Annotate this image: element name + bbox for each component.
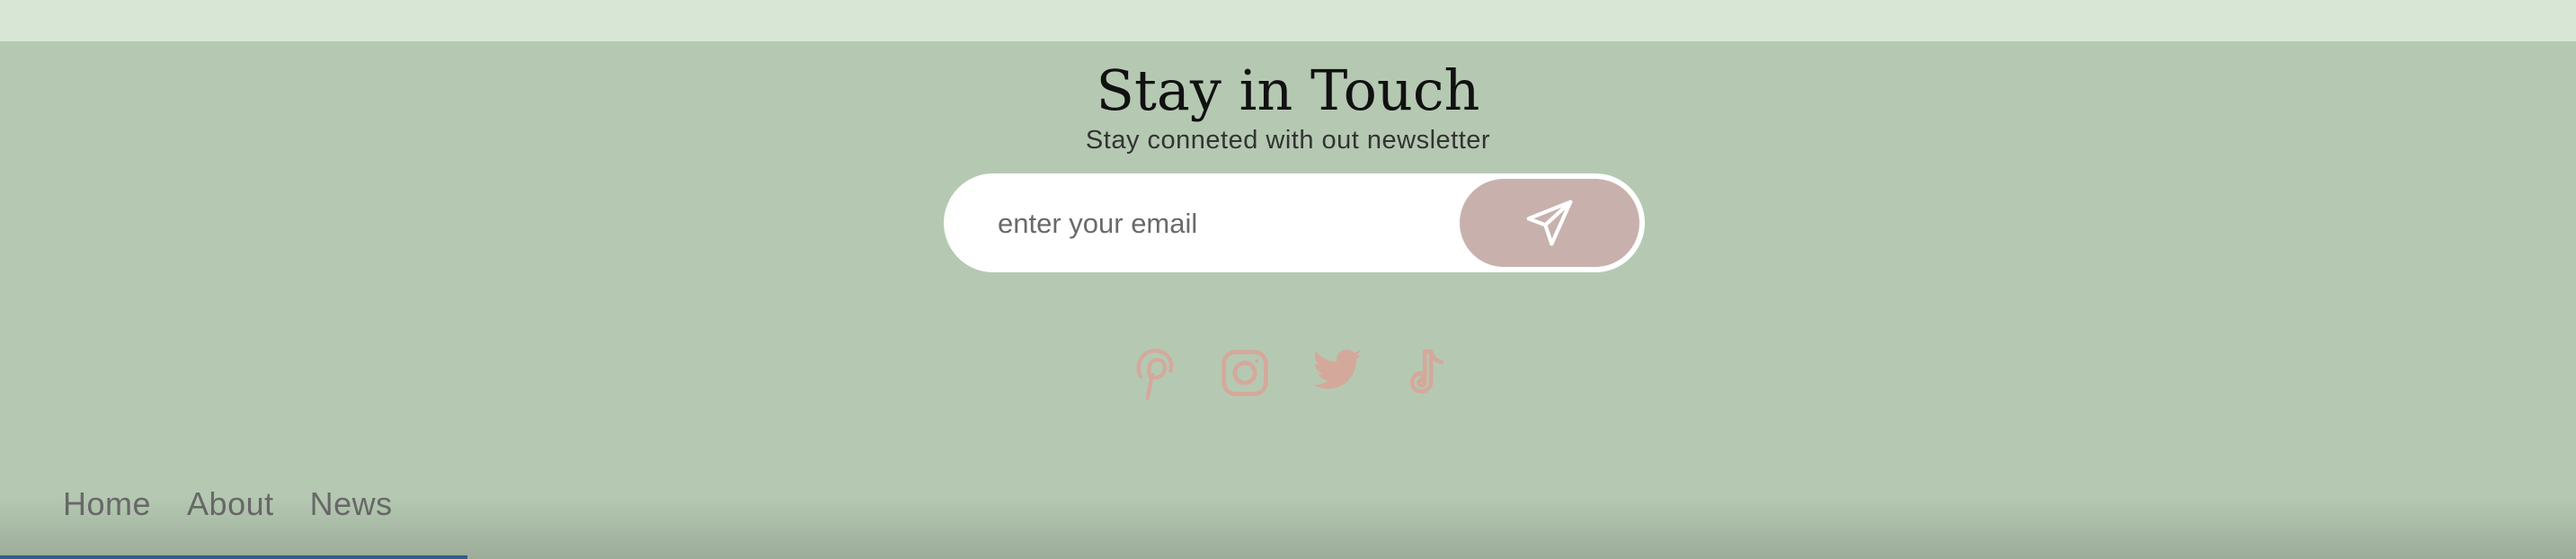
newsletter-subtitle: Stay conneted with out newsletter <box>1085 126 1491 155</box>
pinterest-icon[interactable] <box>1124 343 1181 403</box>
send-button[interactable] <box>1460 179 1639 267</box>
email-input[interactable] <box>996 199 1467 249</box>
top-strip <box>0 0 2576 41</box>
twitter-icon[interactable] <box>1309 343 1366 403</box>
newsletter-form <box>944 173 1645 272</box>
bottom-edge-strip <box>0 555 467 559</box>
paper-plane-icon <box>1526 200 1573 246</box>
tiktok-icon[interactable] <box>1401 343 1459 403</box>
social-links <box>1124 343 1465 406</box>
bottom-shadow <box>0 496 2576 559</box>
instagram-icon[interactable] <box>1216 343 1274 403</box>
newsletter-title: Stay in Touch <box>1096 58 1480 123</box>
